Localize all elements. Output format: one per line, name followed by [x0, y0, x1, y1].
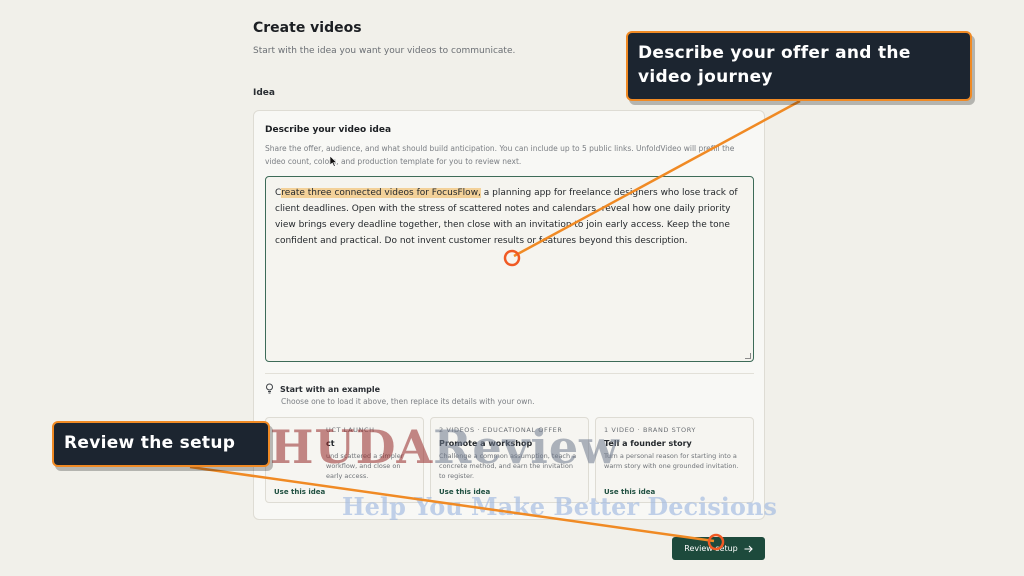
idea-card: Describe your video idea Share the offer…: [253, 110, 765, 520]
example-card-founder-story[interactable]: 1 VIDEO · BRAND STORY Tell a founder sto…: [595, 417, 754, 503]
examples-list: UCT LAUNCH ct und scattered a simpler wo…: [265, 417, 754, 503]
example-title: Tell a founder story: [604, 439, 692, 448]
example-title: ct: [326, 439, 335, 448]
example-tag: 1 VIDEO · BRAND STORY: [604, 426, 696, 434]
example-card-workshop[interactable]: 2 VIDEOS · EDUCATIONAL OFFER Promote a w…: [430, 417, 589, 503]
examples-heading: Start with an example: [280, 385, 381, 394]
examples-subheading: Choose one to load it above, then replac…: [281, 397, 535, 406]
mouse-cursor-icon: [330, 156, 338, 167]
idea-card-heading: Describe your video idea: [265, 125, 392, 135]
arrow-right-icon: [744, 545, 753, 552]
idea-section-label: Idea: [253, 88, 275, 98]
page-title: Create videos: [253, 20, 362, 36]
examples-heading-row: Start with an example: [265, 383, 380, 394]
review-callout: Review the setup: [52, 421, 270, 467]
use-idea-link[interactable]: Use this idea: [274, 488, 325, 496]
lightbulb-icon: [266, 383, 273, 394]
example-tag: 2 VIDEOS · EDUCATIONAL OFFER: [439, 426, 563, 434]
example-tag: UCT LAUNCH: [326, 426, 375, 434]
offer-callout: Describe your offer and the video journe…: [626, 31, 972, 101]
example-card-product-launch[interactable]: UCT LAUNCH ct und scattered a simpler wo…: [265, 417, 424, 503]
example-desc: Turn a personal reason for starting into…: [604, 452, 739, 470]
example-title: Promote a workshop: [439, 439, 533, 448]
page-subtitle: Start with the idea you want your videos…: [253, 46, 516, 56]
review-setup-button[interactable]: Review setup: [672, 537, 765, 560]
idea-textarea[interactable]: Create three connected videos for FocusF…: [265, 176, 754, 362]
example-desc: Challenge a common assumption, teach a c…: [439, 452, 577, 480]
example-desc: und scattered a simpler workflow, and cl…: [326, 452, 404, 480]
use-idea-link[interactable]: Use this idea: [604, 488, 655, 496]
divider: [265, 373, 754, 374]
use-idea-link[interactable]: Use this idea: [439, 488, 490, 496]
review-setup-label: Review setup: [684, 544, 738, 553]
idea-text-selection: reate three connected videos for FocusFl…: [281, 188, 481, 198]
resize-handle-icon[interactable]: [745, 353, 751, 359]
